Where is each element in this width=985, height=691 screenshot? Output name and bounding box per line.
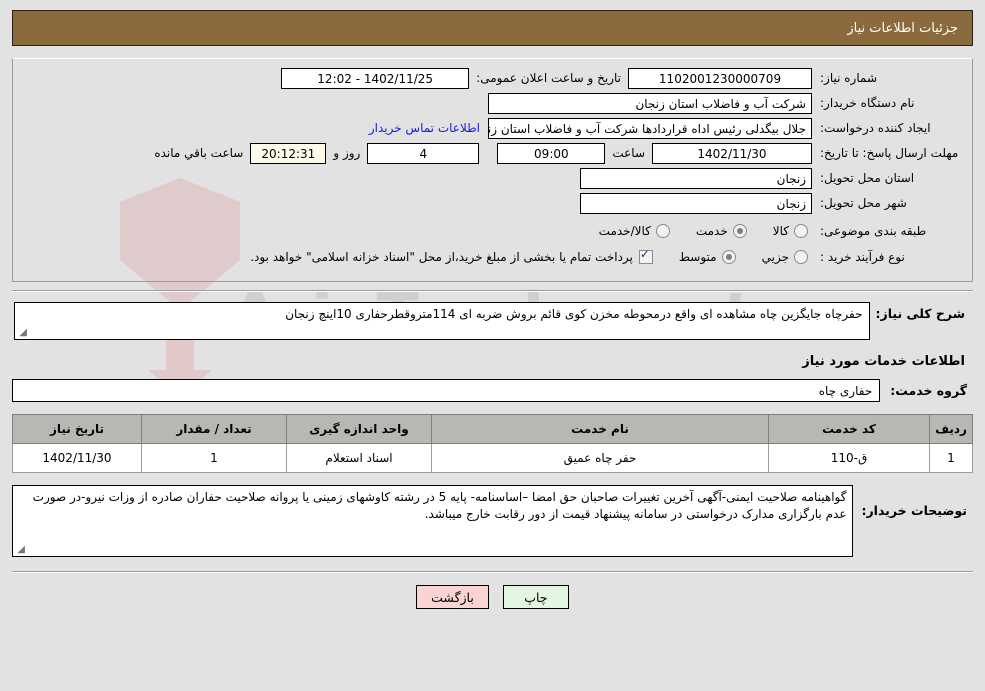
cell-service-name: حفر چاه عمیق [431,443,769,473]
row-need-number: شماره نیاز: 1102001230000709 تاریخ و ساع… [23,67,962,89]
process-label-motevaset: متوسط [678,250,717,264]
footer-divider [12,571,973,573]
cell-radif: 1 [929,443,973,473]
service-group-value: حفاری چاه [12,379,881,402]
category-label-kala: کالا [772,224,789,238]
city-label: شهر محل تحویل: [820,195,907,210]
buyer-org-value: شرکت آب و فاضلاب استان زنجان [488,92,812,114]
need-number-label: شماره نیاز: [820,70,877,85]
announce-label: تاریخ و ساعت اعلان عمومی: [476,71,621,85]
services-table: ردیف کد خدمت نام خدمت واحد اندازه گیری ت… [12,414,973,473]
resize-handle-icon[interactable]: ◢ [17,328,27,338]
deadline-label: مهلت ارسال پاسخ: تا تاریخ: [820,145,959,160]
treasury-payment-note: پرداخت تمام یا بخشی از مبلغ خرید،از محل … [250,250,633,264]
buyer-notes-label: توضیحات خریدار: [861,503,967,518]
process-radio-jozi[interactable] [794,250,808,264]
category-label-kala-khedmat: کالا/خدمت [598,224,651,238]
category-radio-khedmat[interactable] [732,224,747,238]
service-group-label: گروه خدمت: [890,383,967,398]
remaining-time-value: 20:12:31 [250,142,327,164]
row-process: نوع فرآیند خرید : جزیي متوسط پرداخت تمام… [23,246,962,268]
hour-label: ساعت [612,146,645,160]
buyer-contact-link[interactable]: اطلاعات تماس خریدار [361,121,488,135]
cell-quantity: 1 [141,443,287,473]
row-province: استان محل تحویل: زنجان [23,167,962,189]
buyer-notes-textarea[interactable]: گواهینامه صلاحیت ایمنی-آگهی آخرین تغییرا… [12,485,854,557]
description-textarea[interactable]: حفرچاه جایگزین چاه مشاهده ای واقع درمحوط… [14,302,870,340]
requester-label: ایجاد کننده درخواست: [820,120,931,135]
page-title: جزئیات اطلاعات نیاز [12,10,973,46]
cell-unit: اسناد استعلام [286,443,432,473]
remaining-label: ساعت باقي مانده [154,146,244,160]
th-quantity: تعداد / مقدار [141,414,287,444]
process-label: نوع فرآیند خرید : [820,249,905,264]
page-root: جزئیات اطلاعات نیاز شماره نیاز: 11020012… [0,0,985,619]
description-label: شرح کلی نیاز: [875,306,965,321]
print-button[interactable]: چاپ [502,585,569,609]
section-divider [12,290,973,292]
row-category: طبقه بندی موضوعی: کالا خدمت کالا/خدمت [23,220,962,242]
remaining-days-value: 4 [367,142,480,164]
requester-value: جلال بیگدلی رئیس اداه قراردادها شرکت آب … [488,117,812,139]
row-city: شهر محل تحویل: زنجان [23,192,962,214]
deadline-date-value: 1402/11/30 [652,142,812,164]
deadline-hour-value: 09:00 [497,142,606,164]
th-service-name: نام خدمت [431,414,769,444]
resize-handle-icon[interactable]: ◢ [15,545,25,555]
back-button[interactable]: بازگشت [416,585,489,609]
service-group-row: گروه خدمت: حفاری چاه [12,379,973,402]
category-label-khedmat: خدمت [695,224,728,238]
buyer-notes-value: گواهینامه صلاحیت ایمنی-آگهی آخرین تغییرا… [32,490,847,521]
th-radif: ردیف [929,414,973,444]
buyer-notes-block: توضیحات خریدار: گواهینامه صلاحیت ایمنی-آ… [12,485,973,557]
need-number-value: 1102001230000709 [628,67,812,89]
row-buyer-org: نام دستگاه خریدار: شرکت آب و فاضلاب استا… [23,92,962,114]
category-label: طبقه بندی موضوعی: [820,223,927,238]
category-radio-kala[interactable] [794,224,808,238]
province-label: استان محل تحویل: [820,170,915,185]
th-unit: واحد اندازه گیری [286,414,432,444]
days-unit-label: روز و [333,146,361,160]
cell-need-date: 1402/11/30 [12,443,142,473]
category-radio-kala-khedmat[interactable] [655,224,670,238]
category-radio-group: کالا خدمت کالا/خدمت [599,224,812,238]
th-service-code: کد خدمت [768,414,930,444]
row-deadline: مهلت ارسال پاسخ: تا تاریخ: 1402/11/30 سا… [23,142,962,164]
announce-value: 1402/11/25 - 12:02 [281,67,470,89]
description-block: شرح کلی نیاز: حفرچاه جایگزین چاه مشاهده … [12,302,973,340]
buyer-org-label: نام دستگاه خریدار: [820,95,915,110]
th-need-date: تاریخ نیاز [12,414,142,444]
process-radio-group: جزیي متوسط [679,250,812,264]
city-value: زنجان [580,192,812,214]
footer-actions: بازگشت چاپ [12,585,973,619]
process-radio-motevaset[interactable] [721,250,736,264]
treasury-payment-checkbox[interactable] [638,247,653,264]
cell-service-code: ق-110 [768,443,930,473]
province-value: زنجان [580,167,812,189]
table-row: 1 ق-110 حفر چاه عمیق اسناد استعلام 1 140… [12,443,973,473]
row-requester: ایجاد کننده درخواست: جلال بیگدلی رئیس اد… [23,117,962,139]
table-header-row: ردیف کد خدمت نام خدمت واحد اندازه گیری ت… [12,414,973,444]
services-section-title: اطلاعات خدمات مورد نیاز [802,354,965,369]
need-info-panel: شماره نیاز: 1102001230000709 تاریخ و ساع… [12,58,973,282]
process-label-jozi: جزیي [761,250,789,264]
description-value: حفرچاه جایگزین چاه مشاهده ای واقع درمحوط… [285,307,863,321]
